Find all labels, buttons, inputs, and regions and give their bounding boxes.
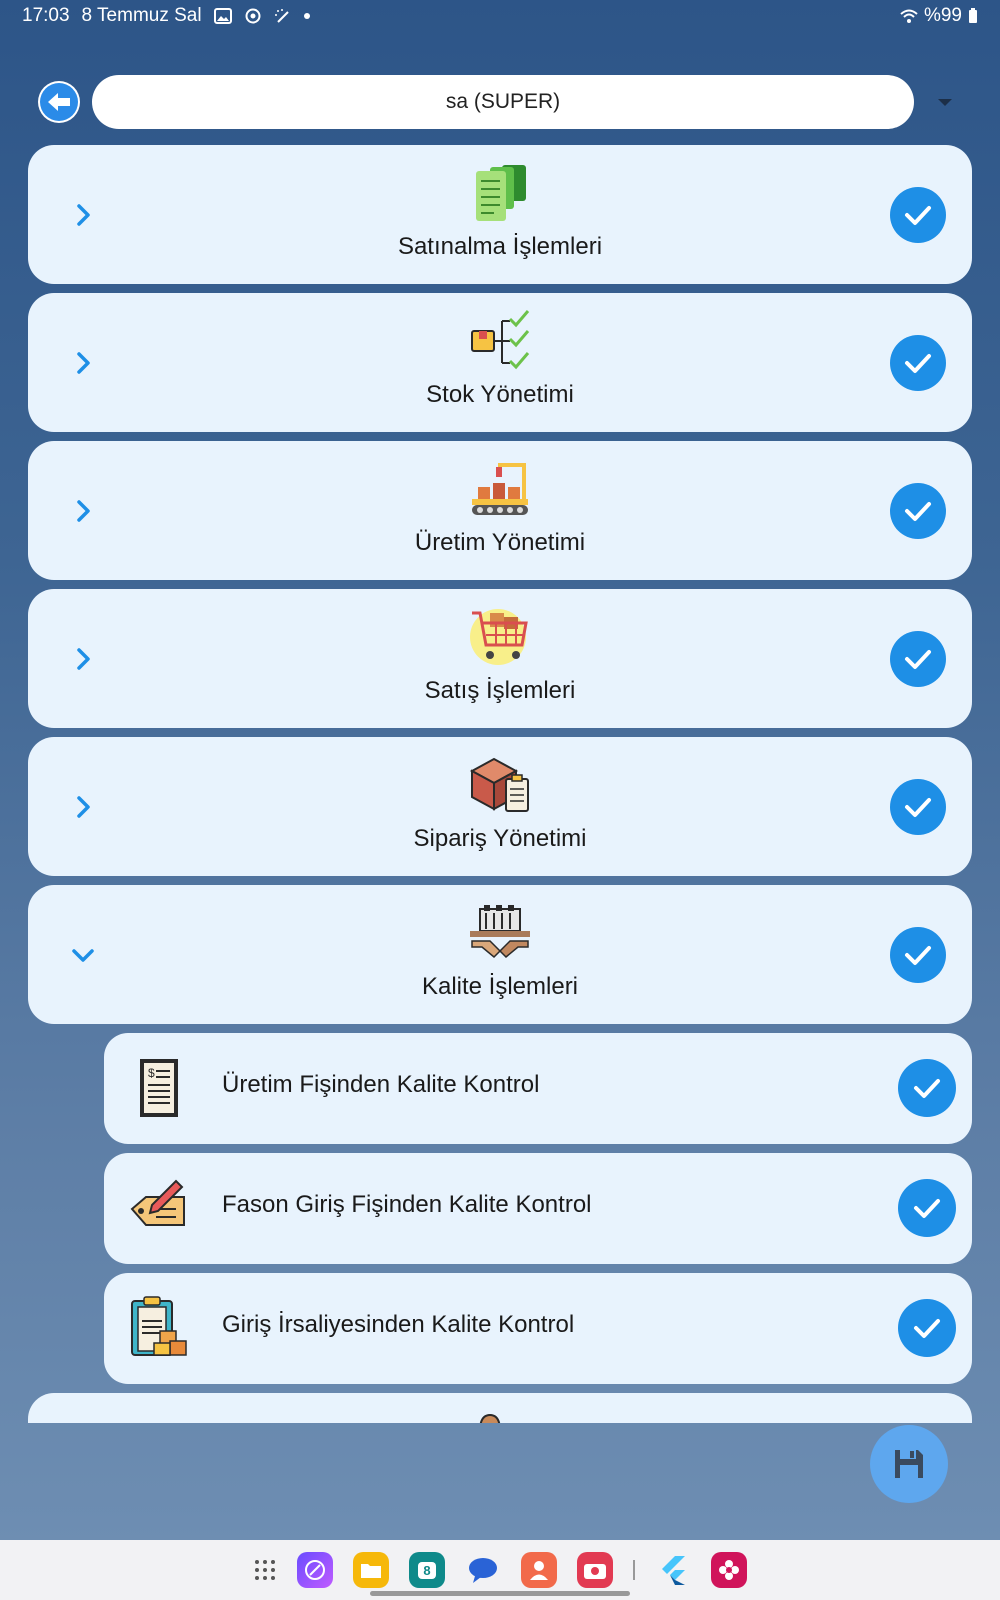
back-arrow-icon [40, 83, 78, 121]
production-line-icon [472, 463, 528, 515]
more-notifications-dot [303, 13, 310, 19]
image-notification-icon [213, 8, 232, 24]
sync-notification-icon [245, 8, 261, 24]
back-button[interactable] [38, 81, 80, 123]
top-bar: sa (SUPER) [38, 74, 970, 130]
module-label: Stok Yönetimi [426, 381, 574, 408]
check-icon [905, 354, 931, 373]
check-icon [905, 502, 931, 521]
module-card-kalite[interactable]: Kalite İşlemleri [28, 885, 972, 1024]
battery-percent: %99 [923, 5, 962, 26]
check-icon [914, 1319, 940, 1338]
save-button[interactable] [870, 1425, 948, 1503]
module-icon-partial [479, 1413, 501, 1423]
check-icon [905, 650, 931, 669]
camera-icon[interactable] [577, 1552, 613, 1588]
calendar-day: 8 [418, 1561, 436, 1579]
shopping-cart-icon [470, 609, 528, 665]
check-icon [905, 206, 931, 225]
user-select-value: sa (SUPER) [445, 90, 561, 113]
status-bar: 17:03 8 Temmuz Sal %99 [0, 0, 1000, 32]
module-list[interactable]: Satınalma İşlemleri Stok Yönetimi Üretim… [28, 145, 972, 1423]
sub-item-giris-irsaliye[interactable]: Giriş İrsaliyesinden Kalite Kontrol [104, 1273, 972, 1384]
gallery-icon[interactable] [711, 1552, 747, 1588]
chevron-right-icon[interactable] [70, 498, 96, 524]
status-time: 17:03 [22, 5, 70, 26]
files-icon[interactable] [353, 1552, 389, 1588]
chevron-right-icon[interactable] [70, 350, 96, 376]
calendar-icon[interactable]: 8 [409, 1552, 445, 1588]
module-card-satinalma[interactable]: Satınalma İşlemleri [28, 145, 972, 284]
svg-text:$: $ [148, 1066, 155, 1080]
check-icon [905, 946, 931, 965]
apps-grid-icon[interactable] [253, 1558, 277, 1582]
status-date: 8 Temmuz Sal [81, 5, 202, 26]
sub-item-checkbox[interactable] [898, 1059, 956, 1117]
chevron-right-icon[interactable] [70, 794, 96, 820]
chevron-right-icon[interactable] [70, 646, 96, 672]
chevron-right-icon[interactable] [70, 202, 96, 228]
browser-icon[interactable] [297, 1552, 333, 1588]
sub-item-checkbox[interactable] [898, 1299, 956, 1357]
flutter-icon[interactable] [655, 1552, 691, 1588]
check-icon [905, 798, 931, 817]
receipt-icon: $ [140, 1059, 178, 1117]
dropdown-arrow-icon[interactable] [938, 98, 952, 106]
contacts-icon[interactable] [521, 1552, 557, 1588]
user-select[interactable]: sa (SUPER) [92, 75, 914, 129]
taskbar: 8 [0, 1540, 1000, 1600]
module-card-uretim[interactable]: Üretim Yönetimi [28, 441, 972, 580]
battery-icon [969, 8, 977, 23]
module-label: Kalite İşlemleri [421, 973, 579, 1000]
module-card-partial[interactable] [28, 1393, 972, 1423]
purchase-docs-icon [476, 165, 526, 221]
magic-wand-icon [274, 9, 289, 23]
module-label: Satış İşlemleri [424, 677, 576, 704]
dock-separator [633, 1560, 635, 1580]
module-checkbox[interactable] [890, 927, 946, 983]
module-card-siparis[interactable]: Sipariş Yönetimi [28, 737, 972, 876]
sub-item-label: Fason Giriş Fişinden Kalite Kontrol [222, 1191, 592, 1218]
module-label: Üretim Yönetimi [414, 529, 586, 556]
module-checkbox[interactable] [890, 631, 946, 687]
module-checkbox[interactable] [890, 779, 946, 835]
module-label: Sipariş Yönetimi [413, 825, 587, 852]
wifi-icon [900, 9, 918, 23]
sub-item-uretim-fisi[interactable]: $ Üretim Fişinden Kalite Kontrol [104, 1033, 972, 1144]
sub-item-label: Üretim Fişinden Kalite Kontrol [222, 1071, 540, 1098]
home-indicator[interactable] [370, 1591, 630, 1596]
module-checkbox[interactable] [890, 335, 946, 391]
sub-item-fason-giris[interactable]: Fason Giriş Fişinden Kalite Kontrol [104, 1153, 972, 1264]
check-icon [914, 1079, 940, 1098]
module-checkbox[interactable] [890, 187, 946, 243]
chevron-down-icon[interactable] [70, 942, 96, 968]
messages-icon[interactable] [465, 1552, 501, 1588]
quality-handshake-icon [470, 905, 530, 959]
clipboard-boxes-icon [131, 1296, 187, 1356]
module-label: Satınalma İşlemleri [397, 233, 603, 260]
sign-document-icon [130, 1179, 185, 1226]
order-box-icon [469, 757, 529, 812]
stock-tree-icon [471, 310, 530, 370]
check-icon [914, 1199, 940, 1218]
floppy-disk-icon [895, 1450, 923, 1478]
module-card-stok[interactable]: Stok Yönetimi [28, 293, 972, 432]
module-card-satis[interactable]: Satış İşlemleri [28, 589, 972, 728]
sub-item-checkbox[interactable] [898, 1179, 956, 1237]
sub-item-label: Giriş İrsaliyesinden Kalite Kontrol [222, 1311, 575, 1338]
module-checkbox[interactable] [890, 483, 946, 539]
